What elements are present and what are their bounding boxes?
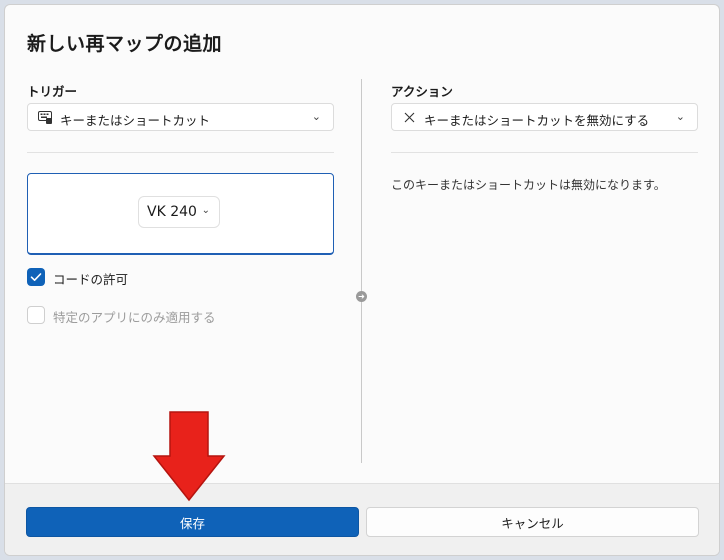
action-label: アクション: [391, 84, 453, 99]
dialog-footer: 保存 キャンセル: [5, 483, 719, 555]
app-specific-checkbox[interactable]: [27, 306, 45, 324]
allow-chord-label: コードの許可: [53, 272, 129, 287]
allow-chord-checkbox[interactable]: [27, 268, 45, 286]
checkmark-icon: [30, 273, 42, 281]
annotation-arrow-icon: [152, 411, 226, 502]
chevron-down-icon: ⌄: [311, 110, 321, 123]
trigger-type-dropdown[interactable]: キーまたはショートカット ⌄: [27, 103, 334, 131]
key-selector-dropdown[interactable]: VK 240 ⌄: [138, 196, 220, 228]
keyboard-shortcut-icon: [38, 111, 52, 127]
cancel-button[interactable]: キャンセル: [366, 507, 699, 537]
arrow-right-icon: ➜: [356, 291, 367, 302]
close-icon: [404, 111, 415, 126]
app-specific-label: 特定のアプリにのみ適用する: [53, 310, 216, 325]
chevron-down-icon: ⌄: [675, 110, 685, 123]
column-separator: [361, 79, 362, 463]
action-type-value: キーまたはショートカットを無効にする: [424, 113, 650, 128]
chevron-down-icon: ⌄: [201, 205, 210, 216]
key-capture-box[interactable]: VK 240 ⌄: [27, 173, 334, 255]
trigger-type-value: キーまたはショートカット: [60, 113, 211, 128]
trigger-label: トリガー: [27, 84, 78, 99]
dialog-title: 新しい再マップの追加: [27, 33, 223, 55]
key-value: VK 240: [147, 204, 197, 220]
action-type-dropdown[interactable]: キーまたはショートカットを無効にする ⌄: [391, 103, 698, 131]
save-button[interactable]: 保存: [26, 507, 359, 537]
trigger-divider: [27, 152, 334, 153]
action-divider: [391, 152, 698, 153]
action-description: このキーまたはショートカットは無効になります。: [391, 178, 666, 192]
add-remap-dialog: 新しい再マップの追加 トリガー キーまたはショートカット ⌄ VK 240 ⌄ …: [4, 4, 720, 556]
